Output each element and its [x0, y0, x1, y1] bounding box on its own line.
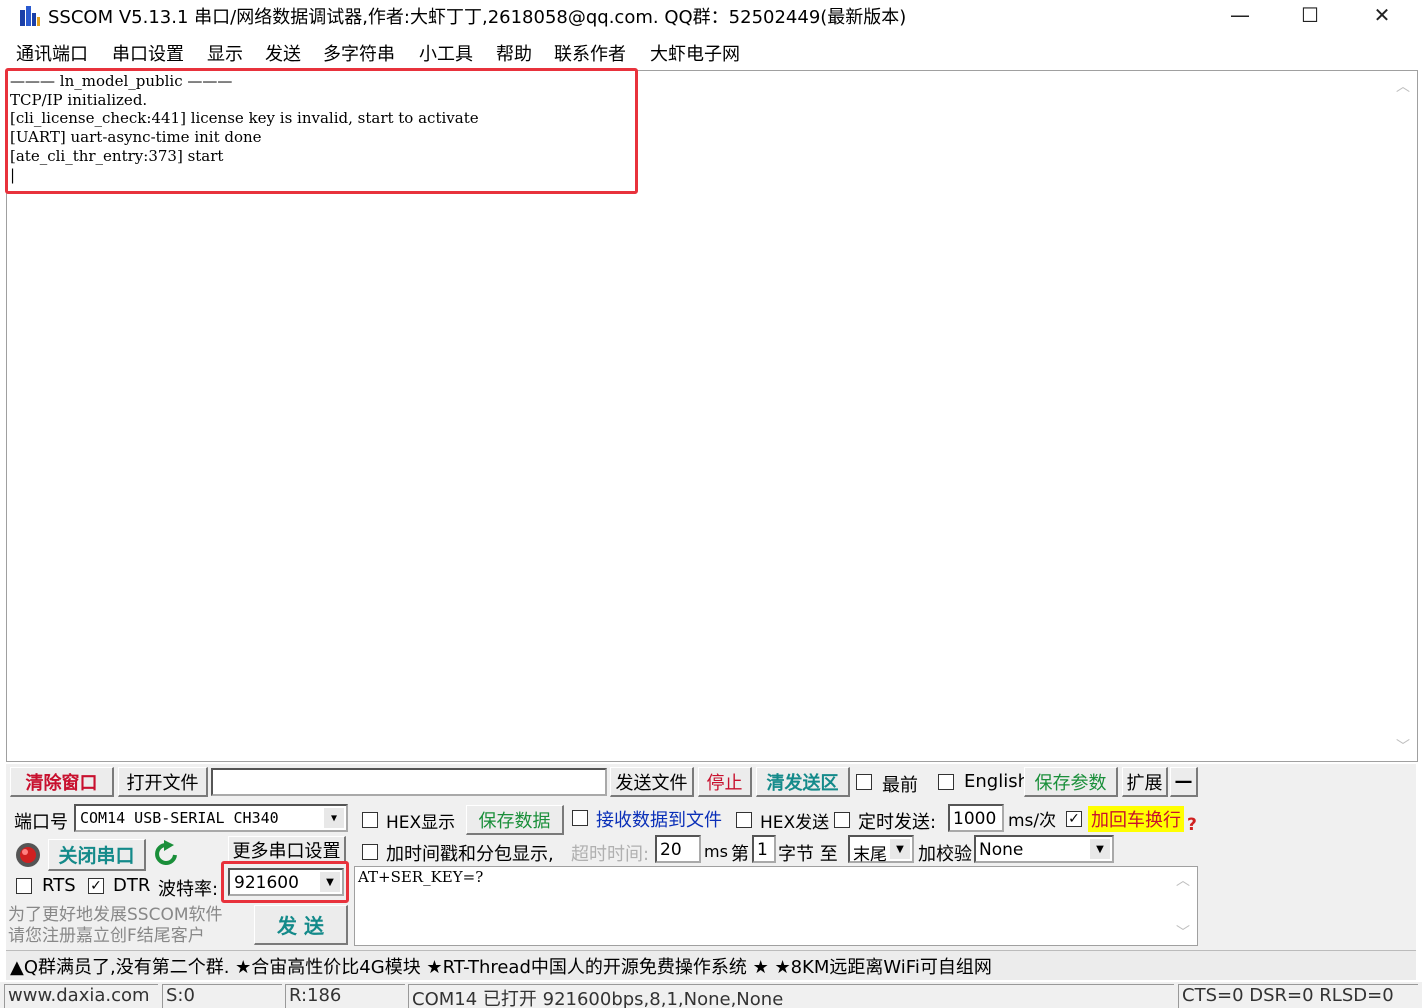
- status-line-signals: CTS=0 DSR=0 RLSD=0: [1178, 984, 1418, 1008]
- checksum-select[interactable]: None ▼: [974, 835, 1114, 863]
- open-file-button[interactable]: 打开文件: [118, 767, 208, 797]
- status-website[interactable]: www.daxia.com: [4, 984, 158, 1008]
- dtr-label: DTR: [113, 875, 151, 896]
- hex-display-checkbox[interactable]: [362, 812, 378, 828]
- timed-interval-input[interactable]: 1000: [948, 804, 1004, 832]
- checksum-dropdown-icon[interactable]: ▼: [1090, 839, 1110, 859]
- port-status-indicator-icon: [16, 843, 40, 867]
- menu-comm-port[interactable]: 通讯端口: [16, 40, 88, 66]
- byte-to-label: 字节 至: [778, 844, 838, 865]
- baud-highlight-box: [221, 861, 349, 903]
- timed-unit-label: ms/次: [1008, 811, 1057, 831]
- timeout-input[interactable]: 20: [655, 835, 701, 863]
- menu-help[interactable]: 帮助: [496, 40, 532, 66]
- checksum-label: 加校验: [918, 844, 972, 865]
- more-serial-settings-button[interactable]: 更多串口设置: [228, 836, 346, 864]
- send-file-button[interactable]: 发送文件: [610, 767, 694, 797]
- recv-to-file-checkbox[interactable]: [572, 810, 588, 826]
- scroll-up-icon[interactable]: ︿: [1390, 76, 1416, 96]
- add-crlf-checkbox[interactable]: ✓: [1066, 811, 1082, 827]
- status-received-count: R:186: [285, 984, 405, 1008]
- clear-send-button[interactable]: 清发送区: [756, 767, 850, 797]
- end-value: 末尾: [853, 845, 887, 865]
- add-crlf-label: 加回车换行: [1088, 806, 1184, 832]
- nth-label: 第: [731, 844, 749, 865]
- expand-button[interactable]: 扩展: [1122, 767, 1168, 797]
- port-label: 端口号: [14, 812, 68, 833]
- stop-button[interactable]: 停止: [698, 767, 752, 797]
- scroll-down-icon[interactable]: ﹀: [1390, 736, 1416, 756]
- hex-send-checkbox[interactable]: [736, 812, 752, 828]
- minimize-button[interactable]: —: [1210, 0, 1270, 30]
- front-label: 最前: [882, 775, 918, 796]
- receive-highlight-box: [5, 68, 638, 194]
- menu-send[interactable]: 发送: [265, 40, 301, 66]
- status-port-info: COM14 已打开 921600bps,8,1,None,None: [408, 984, 1174, 1008]
- receive-scrollbar[interactable]: ︿ ﹀: [1390, 72, 1416, 760]
- send-button[interactable]: 发 送: [254, 905, 348, 945]
- send-scroll-up-icon[interactable]: ︿: [1170, 870, 1196, 890]
- promo-text: 为了更好地发展SSCOM软件 请您注册嘉立创F结尾客户: [8, 905, 223, 947]
- dtr-checkbox[interactable]: ✓: [88, 878, 104, 894]
- port-select[interactable]: COM14 USB-SERIAL CH340 ▼: [74, 804, 348, 832]
- help-question-icon[interactable]: ?: [1187, 815, 1197, 835]
- hex-send-label: HEX发送: [760, 813, 830, 833]
- baud-label: 波特率:: [158, 879, 219, 900]
- save-data-button[interactable]: 保存数据: [466, 805, 564, 835]
- checksum-value: None: [979, 840, 1024, 860]
- refresh-icon[interactable]: [152, 840, 180, 870]
- app-logo-icon: [20, 6, 40, 26]
- rts-label: RTS: [42, 875, 76, 896]
- close-button[interactable]: ✕: [1352, 0, 1412, 30]
- timeout-label: 超时时间:: [571, 844, 650, 865]
- clear-window-button[interactable]: 清除窗口: [10, 767, 114, 797]
- menu-daxia-site[interactable]: 大虾电子网: [650, 40, 740, 66]
- rts-checkbox[interactable]: [16, 878, 32, 894]
- collapse-button[interactable]: —: [1170, 767, 1198, 797]
- window-title: SSCOM V5.13.1 串口/网络数据调试器,作者:大虾丁丁,2618058…: [48, 7, 907, 28]
- timestamp-label: 加时间戳和分包显示,: [386, 844, 554, 865]
- promo-line-1: 为了更好地发展SSCOM软件: [8, 905, 223, 925]
- send-scroll-down-icon[interactable]: ﹀: [1170, 922, 1196, 942]
- menu-serial-settings[interactable]: 串口设置: [112, 40, 184, 66]
- timeout-unit-label: ms: [704, 842, 728, 861]
- menu-display[interactable]: 显示: [207, 40, 243, 66]
- timed-send-checkbox[interactable]: [834, 812, 850, 828]
- tips-text: ▲Q群满员了,没有第二个群. ★合宙高性价比4G模块 ★RT-Thread中国人…: [10, 957, 992, 978]
- menu-multi-string[interactable]: 多字符串: [323, 40, 395, 66]
- hex-display-label: HEX显示: [386, 813, 456, 833]
- status-sent-count: S:0: [162, 984, 282, 1008]
- port-value: COM14 USB-SERIAL CH340: [80, 809, 279, 827]
- front-checkbox[interactable]: [856, 774, 872, 790]
- promo-line-2: 请您注册嘉立创F结尾客户: [8, 926, 205, 946]
- send-text: AT+SER_KEY=?: [358, 868, 484, 886]
- file-path-input[interactable]: [211, 768, 607, 796]
- timed-send-label: 定时发送:: [858, 812, 937, 833]
- save-params-button[interactable]: 保存参数: [1024, 767, 1118, 797]
- english-label: English: [964, 771, 1029, 792]
- recv-to-file-label[interactable]: 接收数据到文件: [596, 806, 722, 832]
- maximize-button[interactable]: ☐: [1280, 0, 1340, 30]
- port-dropdown-icon[interactable]: ▼: [324, 808, 344, 828]
- menu-tools[interactable]: 小工具: [419, 40, 473, 66]
- english-checkbox[interactable]: [938, 774, 954, 790]
- close-port-button[interactable]: 关闭串口: [48, 839, 146, 871]
- timestamp-checkbox[interactable]: [362, 844, 378, 860]
- end-dropdown-icon[interactable]: ▼: [890, 839, 910, 859]
- nth-input[interactable]: 1: [752, 835, 776, 863]
- menu-contact-author[interactable]: 联系作者: [554, 40, 626, 66]
- end-select[interactable]: 末尾 ▼: [848, 835, 914, 865]
